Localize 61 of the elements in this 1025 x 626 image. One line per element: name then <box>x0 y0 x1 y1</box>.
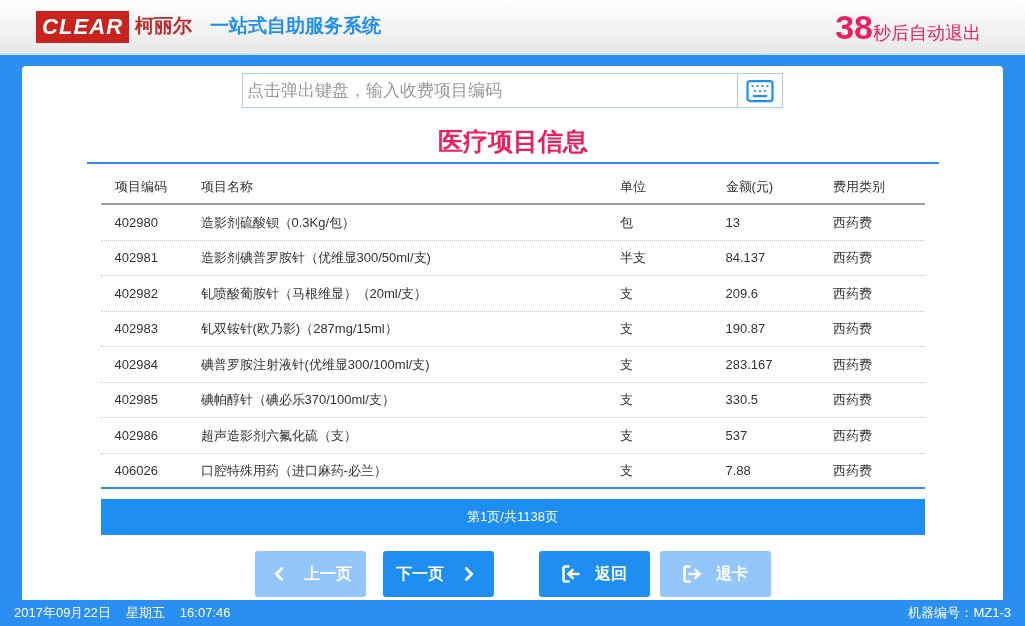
status-weekday: 星期五 <box>125 604 165 623</box>
table-cell: 超声造影剂六氟化硫（支） <box>200 427 357 443</box>
system-title: 一站式自助服务系统 <box>210 14 382 39</box>
logo-name: 柯丽尔 <box>135 14 193 39</box>
table-cell: 402982 <box>114 285 158 301</box>
table-cell: 402986 <box>114 427 158 443</box>
column-header: 项目编码 <box>114 178 167 194</box>
door-arrow-icon <box>561 564 581 584</box>
table-cell: 钆喷酸葡胺针（马根维显）（20ml/支） <box>200 285 428 301</box>
keyboard-button[interactable] <box>737 73 783 108</box>
table-cell: 402984 <box>114 356 158 372</box>
search-field[interactable]: 点击弹出键盘，输入收费项目编码 <box>242 73 737 108</box>
back-button[interactable]: 返回 <box>538 551 650 597</box>
table-cell: 造影剂硫酸钡（0.3Kg/包） <box>200 214 356 230</box>
table-cell: 包 <box>619 214 633 230</box>
column-header: 金额(元) <box>725 178 774 194</box>
table-cell: 330.5 <box>725 392 759 407</box>
table-cell: 西药费 <box>832 214 872 230</box>
table-cell: 碘普罗胺注射液针(优维显300/100ml/支) <box>200 356 430 372</box>
table-cell: 7.88 <box>725 462 751 478</box>
table-cell: 西药费 <box>832 250 872 265</box>
table-cell: 283.167 <box>725 356 773 372</box>
column-header: 项目名称 <box>200 178 253 194</box>
table-cell: 402983 <box>114 321 158 336</box>
column-header: 费用类别 <box>832 178 885 194</box>
page-indicator: 第1页/共1138页 <box>467 508 558 527</box>
status-date: 2017年09月22日 <box>14 604 111 623</box>
table-cell: 造影剂碘普罗胺针（优维显300/50ml/支) <box>200 250 431 265</box>
countdown-seconds: 38 <box>835 9 873 44</box>
table-cell: 半支 <box>619 250 646 265</box>
table-cell: 190.87 <box>725 321 766 336</box>
table-cell: 支 <box>619 462 633 478</box>
table-cell: 402981 <box>114 250 158 265</box>
page-title: 医疗项目信息 <box>437 126 588 157</box>
table-cell: 钆双铵针(欧乃影)（287mg/15ml） <box>200 321 398 336</box>
table-cell: 西药费 <box>832 427 872 443</box>
table-cell: 13 <box>725 214 740 230</box>
table-cell: 537 <box>725 427 748 443</box>
table-cell: 西药费 <box>832 392 872 407</box>
table-cell: 402985 <box>114 392 158 407</box>
table-cell: 西药费 <box>832 462 872 478</box>
table-cell: 支 <box>619 285 633 301</box>
table-cell: 209.6 <box>725 285 759 301</box>
table-cell: 支 <box>619 321 633 336</box>
table-cell: 口腔特殊用药（进口麻药-必兰） <box>200 462 387 478</box>
countdown-label: 秒后自动退出 <box>873 23 981 42</box>
table-cell: 西药费 <box>832 285 872 301</box>
table-cell: 西药费 <box>832 356 872 372</box>
table-cell: 84.137 <box>725 250 766 265</box>
next-button[interactable]: 下一页 <box>382 551 494 597</box>
column-header: 单位 <box>619 178 646 194</box>
machine-id: 机器编号：MZ1-3 <box>908 604 1011 623</box>
table-cell: 西药费 <box>832 321 872 336</box>
table-cell: 406026 <box>114 462 158 478</box>
table-cell: 402980 <box>114 214 158 230</box>
table-cell: 支 <box>619 427 633 443</box>
table-cell: 支 <box>619 356 633 372</box>
table-cell: 支 <box>619 392 633 407</box>
status-time: 16:07:46 <box>179 604 231 623</box>
table-cell: 碘帕醇针（碘必乐370/100ml/支） <box>200 392 395 407</box>
logo-mark: CLEAR <box>36 10 130 43</box>
